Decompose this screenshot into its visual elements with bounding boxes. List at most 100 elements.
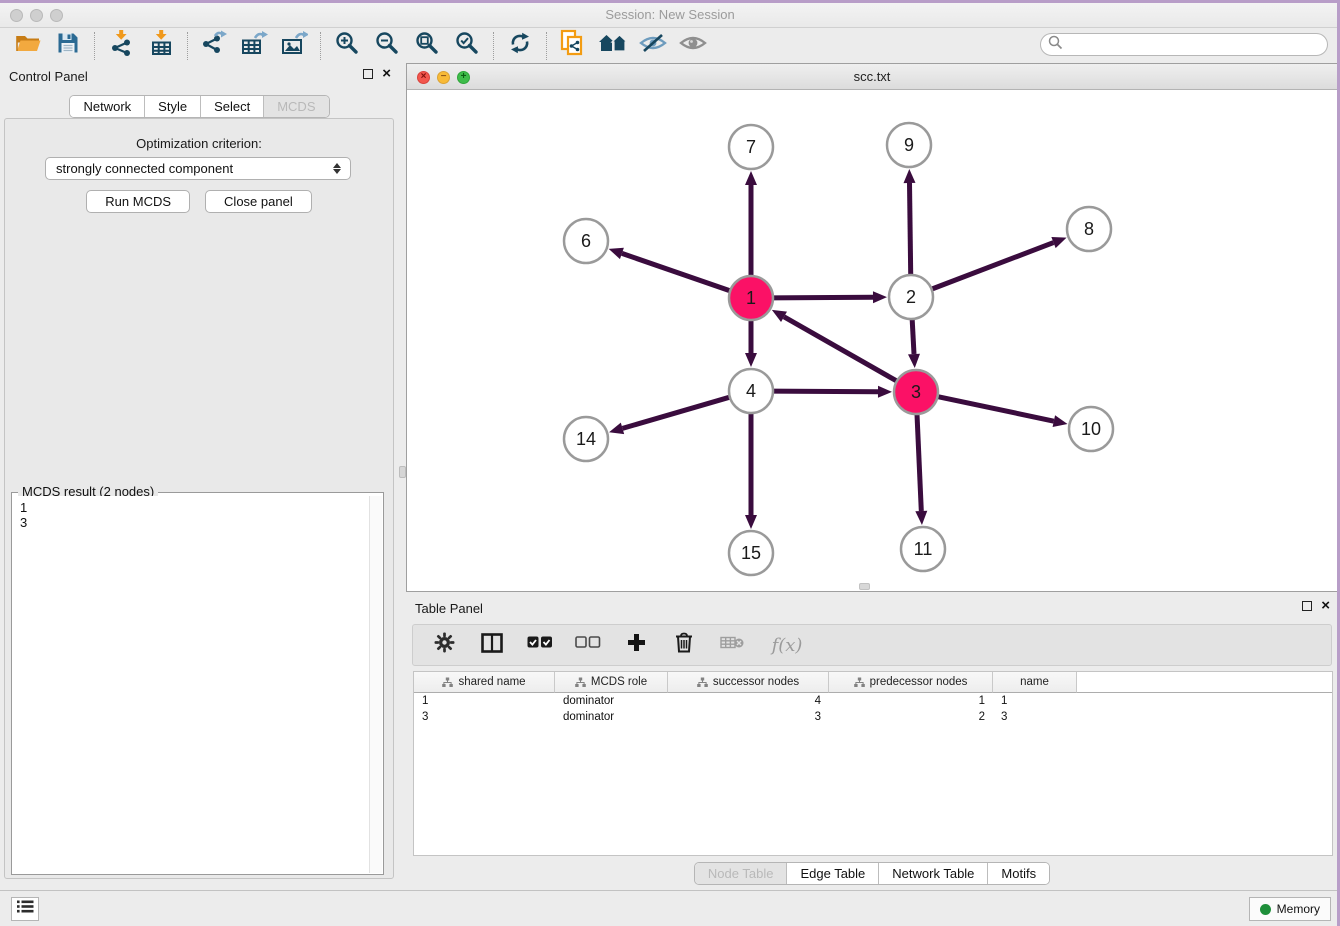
graph-node-label: 7 xyxy=(746,137,756,157)
mcds-result-text: 1 3 xyxy=(13,496,369,873)
table-cell[interactable]: 3 xyxy=(993,709,1077,725)
delete-column-button[interactable] xyxy=(719,632,745,658)
mcds-result-scrollbar[interactable] xyxy=(369,496,382,873)
graph-edge-3-10[interactable] xyxy=(936,396,1054,421)
table-cell[interactable]: 3 xyxy=(668,709,829,725)
table-cell[interactable]: 1 xyxy=(993,693,1077,709)
network-canvas[interactable]: 7968124314101511 xyxy=(407,90,1337,591)
graph-edge-2-9[interactable] xyxy=(910,183,911,277)
edge-arrowhead xyxy=(904,169,916,183)
table-cell[interactable]: 1 xyxy=(829,693,993,709)
network-resize-handle[interactable] xyxy=(859,583,870,590)
control-panel-close-icon[interactable]: × xyxy=(382,69,391,79)
graph-edge-4-3[interactable] xyxy=(771,391,878,392)
criterion-dropdown[interactable]: strongly connected component xyxy=(45,157,351,180)
table-row[interactable]: 3dominator323 xyxy=(414,709,1332,725)
graph-edge-3-11[interactable] xyxy=(917,412,921,511)
column-header-filler xyxy=(1077,672,1332,693)
table-cell[interactable]: 2 xyxy=(829,709,993,725)
criterion-dropdown-value: strongly connected component xyxy=(56,161,328,176)
memory-button[interactable]: Memory xyxy=(1249,897,1331,921)
control-panel-float-icon[interactable] xyxy=(363,69,373,79)
column-header-successor-nodes[interactable]: successor nodes xyxy=(668,672,829,693)
table-panel-close-icon[interactable]: × xyxy=(1321,601,1330,611)
plus-icon xyxy=(627,633,646,657)
zoom-selected-button[interactable] xyxy=(447,31,487,61)
refresh-view-button[interactable] xyxy=(500,31,540,61)
edge-arrowhead xyxy=(908,354,920,368)
memory-status-icon xyxy=(1260,904,1271,915)
table-cell[interactable]: dominator xyxy=(555,709,668,725)
home-layout-button[interactable] xyxy=(593,31,633,61)
control-panel: Control Panel × NetworkStyleSelectMCDS O… xyxy=(0,63,399,890)
table-tab-edge-table[interactable]: Edge Table xyxy=(787,863,879,884)
graph-edge-1-6[interactable] xyxy=(622,253,732,291)
export-image-button[interactable] xyxy=(274,31,314,61)
split-columns-icon xyxy=(481,633,503,658)
zoom-in-button[interactable] xyxy=(327,31,367,61)
open-session-button[interactable] xyxy=(8,31,48,61)
column-header-shared-name[interactable]: shared name xyxy=(414,672,555,693)
table-cell[interactable]: 4 xyxy=(668,693,829,709)
zoom-out-button[interactable] xyxy=(367,31,407,61)
network-canvas-svg: 7968124314101511 xyxy=(407,90,1337,591)
import-network-button[interactable] xyxy=(101,31,141,61)
network-window-title: scc.txt xyxy=(407,69,1337,84)
split-columns-button[interactable] xyxy=(479,632,505,658)
network-window-titlebar: × − + scc.txt xyxy=(407,64,1337,90)
optimization-criterion-label: Optimization criterion: xyxy=(5,136,393,151)
export-table-button[interactable] xyxy=(234,31,274,61)
search-input[interactable] xyxy=(1063,36,1327,54)
tab-network[interactable]: Network xyxy=(70,96,145,117)
desktop-edge-top xyxy=(0,0,1340,3)
function-builder-button[interactable]: f(x) xyxy=(767,632,807,658)
dropdown-stepper-icon xyxy=(328,163,346,174)
panel-splitter[interactable] xyxy=(399,63,406,890)
graph-node-label: 4 xyxy=(746,381,756,401)
deselect-all-checkboxes-button[interactable] xyxy=(575,632,601,658)
node-table[interactable]: shared nameMCDS rolesuccessor nodesprede… xyxy=(413,671,1333,856)
run-mcds-button[interactable]: Run MCDS xyxy=(86,190,190,213)
hide-graphics-details-button[interactable] xyxy=(633,31,673,61)
import-table-button[interactable] xyxy=(141,31,181,61)
splitter-handle[interactable] xyxy=(399,466,406,478)
tab-style[interactable]: Style xyxy=(145,96,201,117)
column-header-name[interactable]: name xyxy=(993,672,1077,693)
select-all-checkboxes-button[interactable] xyxy=(527,632,553,658)
table-cell[interactable]: 1 xyxy=(414,693,555,709)
task-history-button[interactable] xyxy=(11,897,39,921)
zoom-fit-button[interactable] xyxy=(407,31,447,61)
graph-edge-4-14[interactable] xyxy=(622,397,731,429)
tab-mcds[interactable]: MCDS xyxy=(264,96,328,117)
table-cell[interactable]: 3 xyxy=(414,709,555,725)
function-icon: f(x) xyxy=(772,635,803,656)
close-panel-button[interactable]: Close panel xyxy=(205,190,312,213)
graph-edge-3-1[interactable] xyxy=(784,317,899,382)
delete-row-button[interactable] xyxy=(671,632,697,658)
export-network-button[interactable] xyxy=(194,31,234,61)
copy-share-button[interactable] xyxy=(553,31,593,61)
table-cell[interactable]: dominator xyxy=(555,693,668,709)
show-graphics-details-button[interactable] xyxy=(673,31,713,61)
save-session-button[interactable] xyxy=(48,31,88,61)
table-panel-float-icon[interactable] xyxy=(1302,601,1312,611)
column-header-predecessor-nodes[interactable]: predecessor nodes xyxy=(829,672,993,693)
graph-edge-2-3[interactable] xyxy=(912,317,914,354)
control-panel-header: Control Panel × xyxy=(0,63,399,90)
column-header-mcds-role[interactable]: MCDS role xyxy=(555,672,668,693)
table-tab-network-table[interactable]: Network Table xyxy=(879,863,988,884)
edge-arrowhead xyxy=(1053,415,1068,427)
table-tab-node-table[interactable]: Node Table xyxy=(695,863,788,884)
graph-edge-2-8[interactable] xyxy=(930,243,1054,290)
add-row-button[interactable] xyxy=(623,632,649,658)
table-settings-button[interactable] xyxy=(431,632,457,658)
graph-node-label: 9 xyxy=(904,135,914,155)
trash-icon xyxy=(675,632,693,658)
table-row[interactable]: 1dominator411 xyxy=(414,693,1332,709)
save-floppy-icon xyxy=(57,32,79,59)
toolbar-separator xyxy=(546,32,547,60)
table-tab-motifs[interactable]: Motifs xyxy=(988,863,1049,884)
tab-select[interactable]: Select xyxy=(201,96,264,117)
graph-edge-1-2[interactable] xyxy=(771,297,873,298)
search-field[interactable] xyxy=(1040,33,1328,56)
